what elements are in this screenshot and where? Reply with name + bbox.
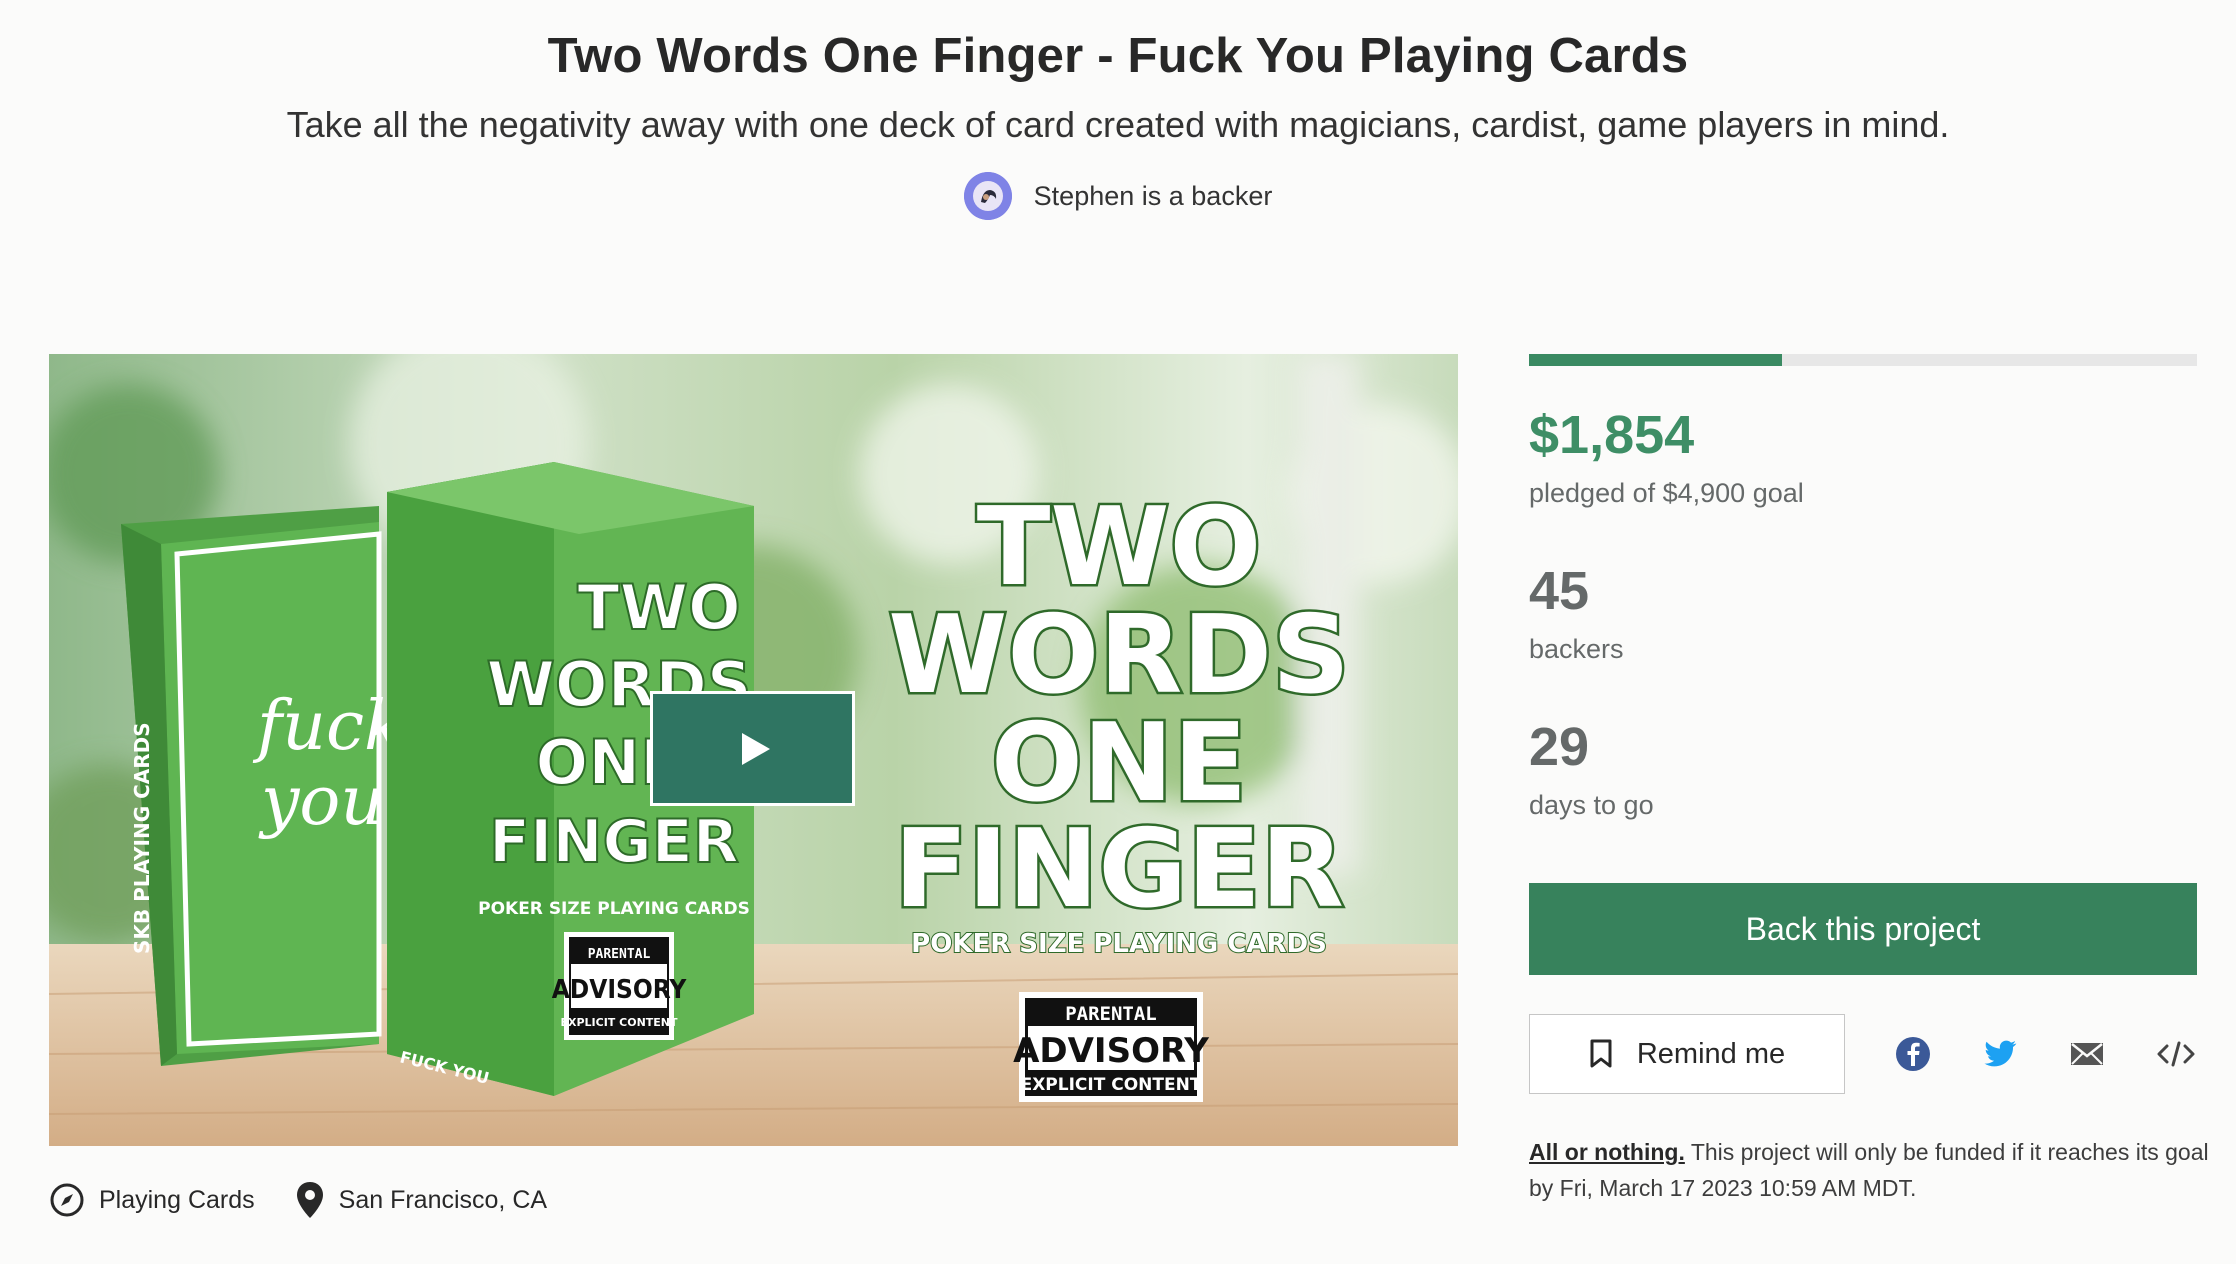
avatar[interactable] — [963, 172, 1012, 220]
headline-advisory-1: PARENTAL — [1065, 1003, 1157, 1025]
days-count: 29 — [1529, 717, 1590, 777]
box-caption: POKER SIZE PLAYING CARDS — [478, 899, 750, 919]
headline-advisory-2: ADVISORY — [1013, 1031, 1209, 1071]
headline-4: FINGER — [894, 807, 1344, 932]
facebook-icon[interactable] — [1895, 1036, 1931, 1072]
project-video[interactable]: SKB PLAYING CARDS fuck you TWO WORDS ONE… — [49, 354, 1458, 1146]
headline-2: WORDS — [888, 593, 1350, 718]
funding-progress-bar — [1529, 354, 2197, 366]
bookmark-icon — [1590, 1039, 1612, 1068]
map-pin-icon — [296, 1182, 323, 1218]
funding-progress-fill — [1529, 354, 1782, 366]
headline-caption: POKER SIZE PLAYING CARDS — [911, 929, 1327, 959]
box-advisory-3: EXPLICIT CONTENT — [560, 1016, 678, 1029]
all-or-nothing-link[interactable]: All or nothing. — [1529, 1139, 1685, 1165]
backers-label: backers — [1529, 634, 1624, 664]
headline-advisory-3: EXPLICIT CONTENT — [1021, 1075, 1202, 1095]
play-button[interactable] — [650, 691, 855, 806]
category-label: Playing Cards — [99, 1185, 255, 1214]
headline-1: TWO — [977, 485, 1262, 610]
box-side-text: SKB PLAYING CARDS — [130, 722, 154, 954]
backer-text: Stephen is a backer — [1033, 180, 1273, 211]
project-meta: Playing Cards San Francisco, CA — [49, 1180, 587, 1220]
email-icon[interactable] — [2069, 1036, 2105, 1072]
card-script-2: you — [258, 762, 384, 841]
location-link[interactable]: San Francisco, CA — [295, 1180, 547, 1220]
project-title: Two Words One Finger - Fuck You Playing … — [547, 29, 1689, 83]
funding-terms: All or nothing. This project will only b… — [1529, 1134, 2209, 1206]
avatar-icon — [963, 172, 1012, 220]
play-icon — [741, 732, 770, 765]
compass-icon — [50, 1183, 84, 1217]
twitter-icon[interactable] — [1982, 1036, 2018, 1072]
project-subtitle: Take all the negativity away with one de… — [286, 104, 1950, 145]
backer-note: Stephen is a backer — [0, 172, 2236, 220]
category-link[interactable]: Playing Cards — [49, 1182, 255, 1218]
remind-me-label: Remind me — [1636, 1037, 1786, 1070]
box-advisory-2: ADVISORY — [552, 975, 688, 1005]
location-label: San Francisco, CA — [338, 1185, 548, 1214]
pledged-amount: $1,854 — [1529, 405, 1695, 465]
days-label: days to go — [1529, 790, 1654, 820]
embed-icon[interactable] — [2156, 1036, 2196, 1072]
pledged-label: pledged of $4,900 goal — [1529, 478, 1804, 508]
box-title-4: FINGER — [489, 807, 739, 877]
box-title-1: TWO — [577, 571, 740, 644]
remind-me-button[interactable]: Remind me — [1529, 1014, 1845, 1094]
backers-count: 45 — [1529, 561, 1590, 621]
box-advisory-1: PARENTAL — [588, 947, 651, 962]
back-project-button[interactable]: Back this project — [1529, 883, 2197, 975]
card-script-1: fuck — [252, 687, 405, 766]
